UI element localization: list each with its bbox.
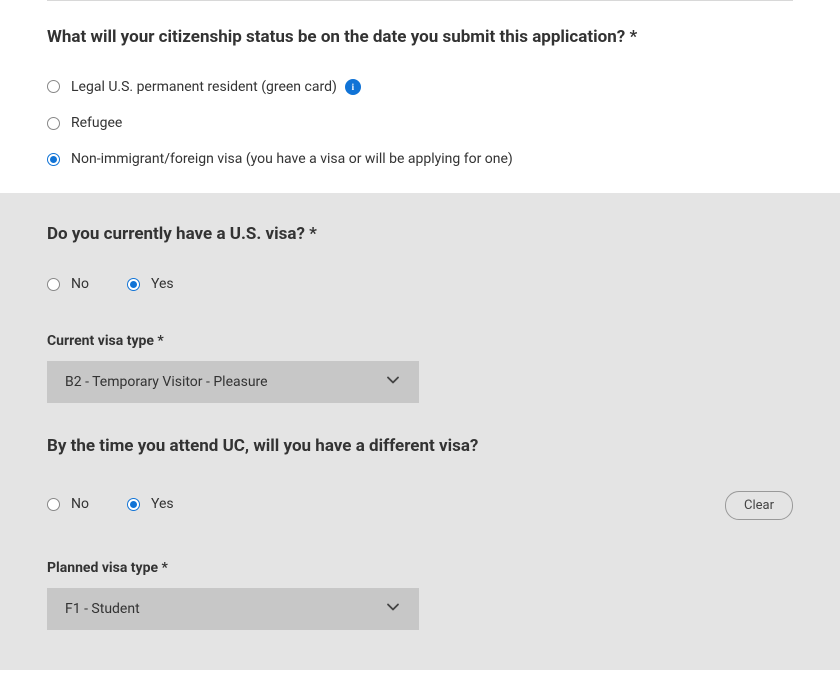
clear-button[interactable]: Clear [725,491,793,520]
different-visa-radio-group: No Yes [47,495,174,513]
radio-button[interactable] [47,498,60,511]
radio-button[interactable] [127,278,140,291]
radio-label: Yes [151,495,174,513]
info-icon[interactable]: i [345,79,361,95]
radio-label: Non-immigrant/foreign visa (you have a v… [71,150,513,168]
radio-label: Legal U.S. permanent resident (green car… [71,78,337,96]
has-visa-option-yes[interactable]: Yes [127,275,174,293]
citizenship-radio-group: Legal U.S. permanent resident (green car… [47,78,793,169]
radio-label: No [71,495,89,513]
citizenship-option-refugee[interactable]: Refugee [47,114,793,132]
current-visa-label: Current visa type * [47,333,793,349]
citizenship-question: What will your citizenship status be on … [47,26,793,50]
select-value: F1 - Student [47,588,419,630]
planned-visa-label: Planned visa type * [47,560,793,576]
radio-label: No [71,275,89,293]
radio-label: Yes [151,275,174,293]
radio-button[interactable] [47,80,60,93]
radio-button[interactable] [47,153,60,166]
current-visa-select[interactable]: B2 - Temporary Visitor - Pleasure [47,361,419,403]
radio-button[interactable] [127,498,140,511]
has-visa-radio-group: No Yes [47,275,793,293]
planned-visa-select[interactable]: F1 - Student [47,588,419,630]
has-visa-option-no[interactable]: No [47,275,89,293]
radio-button[interactable] [47,278,60,291]
has-visa-question: Do you currently have a U.S. visa? * [47,223,793,247]
radio-label: Refugee [71,114,122,132]
citizenship-option-non-immigrant[interactable]: Non-immigrant/foreign visa (you have a v… [47,150,793,168]
citizenship-option-legal-permanent[interactable]: Legal U.S. permanent resident (green car… [47,78,793,96]
different-visa-option-no[interactable]: No [47,495,89,513]
different-visa-question: By the time you attend UC, will you have… [47,435,793,459]
section-divider [47,0,793,1]
select-value: B2 - Temporary Visitor - Pleasure [47,361,419,403]
radio-button[interactable] [47,117,60,130]
different-visa-option-yes[interactable]: Yes [127,495,174,513]
